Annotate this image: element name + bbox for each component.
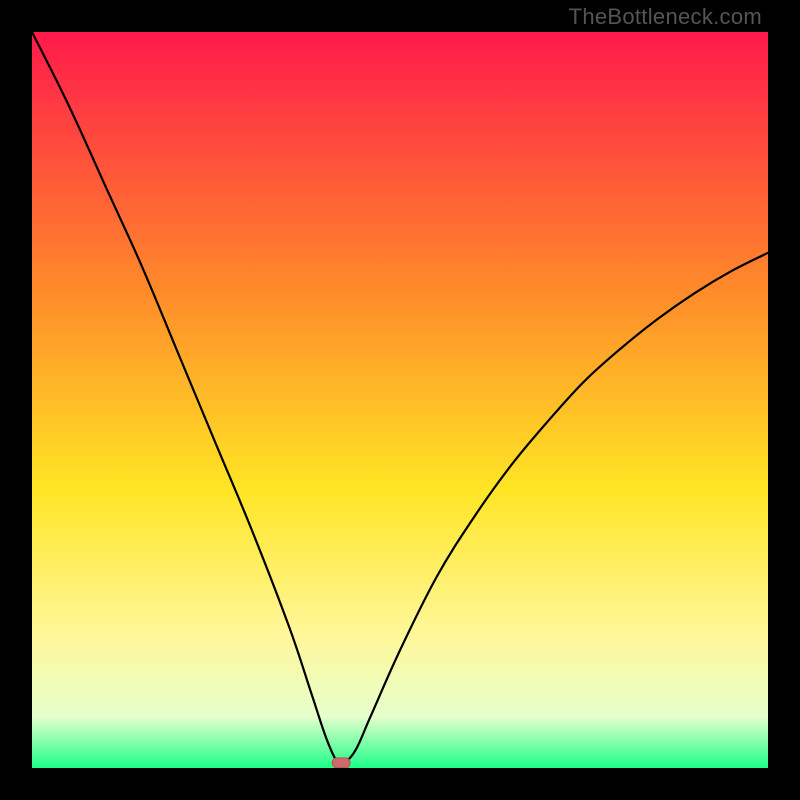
gradient-background — [32, 32, 768, 768]
optimal-marker — [332, 758, 350, 768]
chart-frame: TheBottleneck.com — [0, 0, 800, 800]
plot-svg — [32, 32, 768, 768]
plot-area — [32, 32, 768, 768]
watermark-text: TheBottleneck.com — [569, 4, 762, 30]
